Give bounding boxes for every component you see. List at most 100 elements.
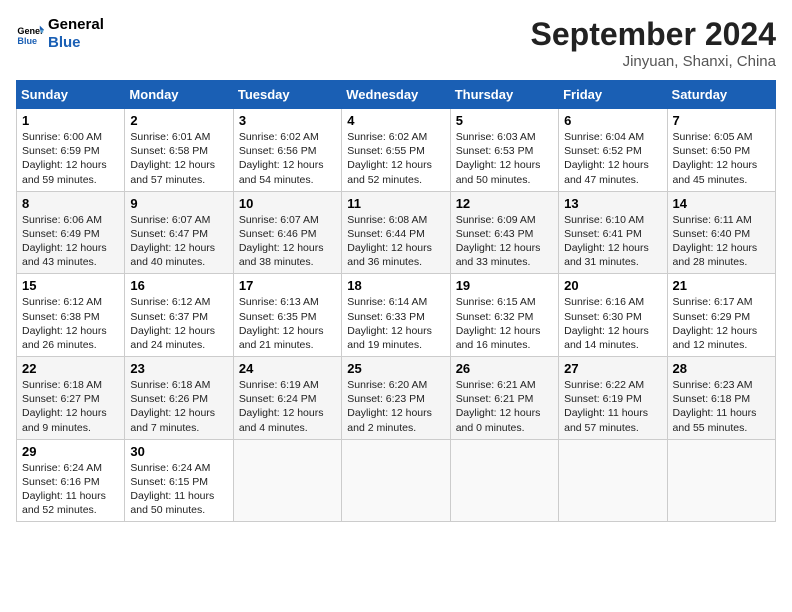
day-number: 3 <box>239 113 336 128</box>
day-number: 13 <box>564 196 661 211</box>
day-number: 4 <box>347 113 444 128</box>
day-number: 7 <box>673 113 770 128</box>
calendar-day-cell: 21 Sunrise: 6:17 AM Sunset: 6:29 PM Dayli… <box>667 274 775 357</box>
calendar-day-cell: 16Sunrise: 6:12 AM Sunset: 6:37 PM Dayli… <box>125 274 233 357</box>
calendar-week-row: 29Sunrise: 6:24 AM Sunset: 6:16 PM Dayli… <box>17 439 776 522</box>
day-number: 5 <box>456 113 553 128</box>
day-info: Sunrise: 6:04 AM Sunset: 6:52 PM Dayligh… <box>564 130 661 187</box>
day-number: 2 <box>130 113 227 128</box>
calendar-day-cell: 27 Sunrise: 6:22 AM Sunset: 6:19 PM Dayli… <box>559 357 667 440</box>
calendar-day-cell: 8 Sunrise: 6:06 AM Sunset: 6:49 PM Daylig… <box>17 191 125 274</box>
calendar-day-cell: 2 Sunrise: 6:01 AM Sunset: 6:58 PM Daylig… <box>125 109 233 192</box>
calendar-day-cell: 30Sunrise: 6:24 AM Sunset: 6:15 PM Dayli… <box>125 439 233 522</box>
logo-icon: General Blue <box>16 20 44 48</box>
day-number: 14 <box>673 196 770 211</box>
day-info: Sunrise: 6:19 AM Sunset: 6:24 PM Dayligh… <box>239 378 336 435</box>
day-number: 24 <box>239 361 336 376</box>
calendar-day-cell: 22 Sunrise: 6:18 AM Sunset: 6:27 PM Dayli… <box>17 357 125 440</box>
calendar-day-cell <box>559 439 667 522</box>
day-number: 22 <box>22 361 119 376</box>
day-info: Sunrise: 6:21 AM Sunset: 6:21 PM Dayligh… <box>456 378 553 435</box>
month-title: September 2024 <box>531 16 776 53</box>
day-info: Sunrise: 6:22 AM Sunset: 6:19 PM Dayligh… <box>564 378 661 435</box>
day-number: 25 <box>347 361 444 376</box>
logo: General Blue General Blue <box>16 16 104 52</box>
weekday-header-cell: Friday <box>559 81 667 109</box>
day-number: 12 <box>456 196 553 211</box>
day-number: 17 <box>239 278 336 293</box>
day-info: Sunrise: 6:18 AM Sunset: 6:26 PM Dayligh… <box>130 378 227 435</box>
weekday-header-cell: Saturday <box>667 81 775 109</box>
calendar-day-cell <box>233 439 341 522</box>
calendar-day-cell: 6Sunrise: 6:04 AM Sunset: 6:52 PM Daylig… <box>559 109 667 192</box>
calendar-day-cell <box>450 439 558 522</box>
logo-text-general: General <box>48 16 104 34</box>
calendar-day-cell: 24 Sunrise: 6:19 AM Sunset: 6:24 PM Dayli… <box>233 357 341 440</box>
day-info: Sunrise: 6:08 AM Sunset: 6:44 PM Dayligh… <box>347 213 444 270</box>
day-info: Sunrise: 6:17 AM Sunset: 6:29 PM Dayligh… <box>673 295 770 352</box>
day-info: Sunrise: 6:12 AM Sunset: 6:38 PM Dayligh… <box>22 295 119 352</box>
title-block: September 2024 Jinyuan, Shanxi, China <box>531 16 776 70</box>
day-info: Sunrise: 6:24 AM Sunset: 6:16 PM Dayligh… <box>22 461 119 518</box>
calendar-day-cell: 7 Sunrise: 6:05 AM Sunset: 6:50 PM Daylig… <box>667 109 775 192</box>
day-number: 26 <box>456 361 553 376</box>
day-number: 8 <box>22 196 119 211</box>
calendar-week-row: 15Sunrise: 6:12 AM Sunset: 6:38 PM Dayli… <box>17 274 776 357</box>
day-number: 9 <box>130 196 227 211</box>
calendar-day-cell: 1 Sunrise: 6:00 AM Sunset: 6:59 PM Daylig… <box>17 109 125 192</box>
day-info: Sunrise: 6:20 AM Sunset: 6:23 PM Dayligh… <box>347 378 444 435</box>
svg-text:Blue: Blue <box>17 36 37 46</box>
calendar-week-row: 1 Sunrise: 6:00 AM Sunset: 6:59 PM Daylig… <box>17 109 776 192</box>
calendar-day-cell: 17 Sunrise: 6:13 AM Sunset: 6:35 PM Dayli… <box>233 274 341 357</box>
weekday-header-cell: Thursday <box>450 81 558 109</box>
day-number: 21 <box>673 278 770 293</box>
calendar-day-cell: 20Sunrise: 6:16 AM Sunset: 6:30 PM Dayli… <box>559 274 667 357</box>
logo-text-blue: Blue <box>48 34 104 52</box>
calendar-body: 1 Sunrise: 6:00 AM Sunset: 6:59 PM Daylig… <box>17 109 776 522</box>
calendar-day-cell: 4Sunrise: 6:02 AM Sunset: 6:55 PM Daylig… <box>342 109 450 192</box>
day-info: Sunrise: 6:00 AM Sunset: 6:59 PM Dayligh… <box>22 130 119 187</box>
calendar-day-cell: 10 Sunrise: 6:07 AM Sunset: 6:46 PM Dayli… <box>233 191 341 274</box>
day-info: Sunrise: 6:07 AM Sunset: 6:46 PM Dayligh… <box>239 213 336 270</box>
day-number: 23 <box>130 361 227 376</box>
day-number: 19 <box>456 278 553 293</box>
day-info: Sunrise: 6:14 AM Sunset: 6:33 PM Dayligh… <box>347 295 444 352</box>
calendar-week-row: 22 Sunrise: 6:18 AM Sunset: 6:27 PM Dayli… <box>17 357 776 440</box>
calendar-week-row: 8 Sunrise: 6:06 AM Sunset: 6:49 PM Daylig… <box>17 191 776 274</box>
day-info: Sunrise: 6:16 AM Sunset: 6:30 PM Dayligh… <box>564 295 661 352</box>
calendar-day-cell: 28 Sunrise: 6:23 AM Sunset: 6:18 PM Dayli… <box>667 357 775 440</box>
calendar-day-cell: 26 Sunrise: 6:21 AM Sunset: 6:21 PM Dayli… <box>450 357 558 440</box>
weekday-header-cell: Wednesday <box>342 81 450 109</box>
day-info: Sunrise: 6:06 AM Sunset: 6:49 PM Dayligh… <box>22 213 119 270</box>
day-number: 30 <box>130 444 227 459</box>
page-header: General Blue General Blue September 2024… <box>16 16 776 70</box>
day-number: 10 <box>239 196 336 211</box>
calendar-day-cell: 19Sunrise: 6:15 AM Sunset: 6:32 PM Dayli… <box>450 274 558 357</box>
day-number: 18 <box>347 278 444 293</box>
weekday-header-cell: Monday <box>125 81 233 109</box>
day-info: Sunrise: 6:13 AM Sunset: 6:35 PM Dayligh… <box>239 295 336 352</box>
calendar-day-cell: 12 Sunrise: 6:09 AM Sunset: 6:43 PM Dayli… <box>450 191 558 274</box>
calendar-day-cell: 5Sunrise: 6:03 AM Sunset: 6:53 PM Daylig… <box>450 109 558 192</box>
weekday-header-cell: Tuesday <box>233 81 341 109</box>
calendar-day-cell: 29Sunrise: 6:24 AM Sunset: 6:16 PM Dayli… <box>17 439 125 522</box>
day-number: 27 <box>564 361 661 376</box>
day-info: Sunrise: 6:23 AM Sunset: 6:18 PM Dayligh… <box>673 378 770 435</box>
calendar-day-cell <box>342 439 450 522</box>
calendar-day-cell: 13 Sunrise: 6:10 AM Sunset: 6:41 PM Dayli… <box>559 191 667 274</box>
day-info: Sunrise: 6:05 AM Sunset: 6:50 PM Dayligh… <box>673 130 770 187</box>
day-number: 1 <box>22 113 119 128</box>
day-info: Sunrise: 6:10 AM Sunset: 6:41 PM Dayligh… <box>564 213 661 270</box>
weekday-header-cell: Sunday <box>17 81 125 109</box>
day-info: Sunrise: 6:09 AM Sunset: 6:43 PM Dayligh… <box>456 213 553 270</box>
calendar-day-cell: 3 Sunrise: 6:02 AM Sunset: 6:56 PM Daylig… <box>233 109 341 192</box>
calendar-day-cell: 14Sunrise: 6:11 AM Sunset: 6:40 PM Dayli… <box>667 191 775 274</box>
day-info: Sunrise: 6:02 AM Sunset: 6:56 PM Dayligh… <box>239 130 336 187</box>
day-info: Sunrise: 6:12 AM Sunset: 6:37 PM Dayligh… <box>130 295 227 352</box>
location: Jinyuan, Shanxi, China <box>531 53 776 70</box>
day-info: Sunrise: 6:18 AM Sunset: 6:27 PM Dayligh… <box>22 378 119 435</box>
calendar-day-cell: 11Sunrise: 6:08 AM Sunset: 6:44 PM Dayli… <box>342 191 450 274</box>
day-info: Sunrise: 6:01 AM Sunset: 6:58 PM Dayligh… <box>130 130 227 187</box>
day-number: 28 <box>673 361 770 376</box>
calendar-day-cell: 9Sunrise: 6:07 AM Sunset: 6:47 PM Daylig… <box>125 191 233 274</box>
